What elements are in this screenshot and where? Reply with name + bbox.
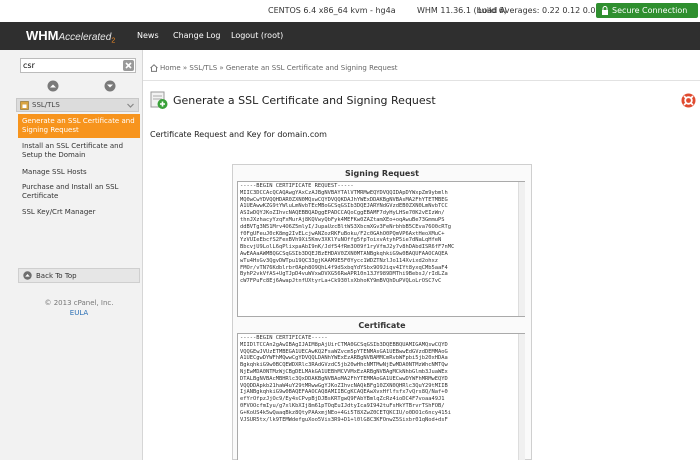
expand-all-icon[interactable]	[104, 80, 116, 92]
sidebar-search	[20, 58, 136, 73]
clear-search-button[interactable]	[123, 60, 134, 71]
whm-logo[interactable]: WHMAccelerated2	[26, 28, 115, 46]
page-subtitle: Certificate Request and Key for domain.c…	[150, 130, 327, 139]
copyright: © 2013 cPanel, Inc. EULA	[18, 298, 140, 318]
logo-secondary: Accelerated	[58, 32, 112, 43]
sidebar-item-install-ssl[interactable]: Install an SSL Certificate and Setup the…	[22, 142, 139, 160]
close-icon	[125, 62, 132, 69]
status-bar: CENTOS 6.4 x86_64 kvm - hg4a WHM 11.36.1…	[0, 0, 700, 22]
ssl-section-icon	[20, 101, 29, 110]
nav-logout-link[interactable]: Logout (root)	[231, 31, 283, 40]
sidebar-item-ssl-key-crt-manager[interactable]: SSL Key/Crt Manager	[22, 208, 139, 217]
secure-connection-badge: Secure Connection	[596, 3, 698, 18]
help-icon[interactable]	[681, 93, 696, 108]
signing-request-heading: Signing Request	[345, 169, 419, 178]
secure-connection-label: Secure Connection	[612, 6, 688, 15]
nav-changelog-link[interactable]: Change Log	[173, 31, 220, 40]
sidebar-section-ssl-tls[interactable]: SSL/TLS	[16, 98, 139, 112]
csr-scrollbar[interactable]	[518, 182, 525, 316]
search-input[interactable]	[23, 60, 119, 71]
sidebar: SSL/TLS Generate an SSL Certificate and …	[0, 50, 143, 460]
top-nav: WHMAccelerated2 News Change Log Logout (…	[0, 22, 700, 50]
chevron-down-icon	[127, 103, 134, 108]
back-to-top-button[interactable]: Back To Top	[18, 268, 140, 283]
lock-icon	[602, 6, 608, 15]
logo-primary: WHM	[26, 28, 59, 43]
certificate-textarea[interactable]: -----BEGIN CERTIFICATE----- MIIDlTCCAn2g…	[237, 333, 525, 460]
sidebar-section-label: SSL/TLS	[32, 101, 60, 109]
ssl-certificate-icon	[150, 91, 168, 109]
certificate-scrollbar[interactable]	[518, 334, 525, 460]
csr-textarea[interactable]: -----BEGIN CERTIFICATE REQUEST----- MIIC…	[237, 181, 525, 317]
server-info: CENTOS 6.4 x86_64 kvm - hg4a	[268, 6, 396, 15]
arrow-up-icon	[23, 271, 32, 280]
breadcrumb-divider	[143, 80, 700, 81]
copyright-text: © 2013 cPanel, Inc.	[44, 299, 114, 307]
sidebar-item-purchase-ssl[interactable]: Purchase and Install an SSL Certificate	[22, 183, 139, 201]
breadcrumb-text[interactable]: Home » SSL/TLS » Generate an SSL Certifi…	[160, 64, 398, 72]
page-title: Generate a SSL Certificate and Signing R…	[173, 94, 436, 107]
nav-news-link[interactable]: News	[137, 31, 159, 40]
logo-suffix: 2	[111, 37, 116, 45]
sidebar-item-manage-ssl-hosts[interactable]: Manage SSL Hosts	[22, 168, 139, 177]
sidebar-item-generate-ssl[interactable]: Generate an SSL Certificate and Signing …	[18, 114, 140, 138]
certificate-panel: Signing Request -----BEGIN CERTIFICATE R…	[232, 164, 532, 460]
eula-link[interactable]: EULA	[70, 309, 88, 317]
collapse-all-icon[interactable]	[47, 80, 59, 92]
certificate-heading: Certificate	[358, 321, 406, 330]
home-icon[interactable]	[150, 64, 158, 72]
back-to-top-label: Back To Top	[36, 272, 77, 280]
load-averages: Load Averages: 0.22 0.12 0.03	[478, 6, 601, 15]
